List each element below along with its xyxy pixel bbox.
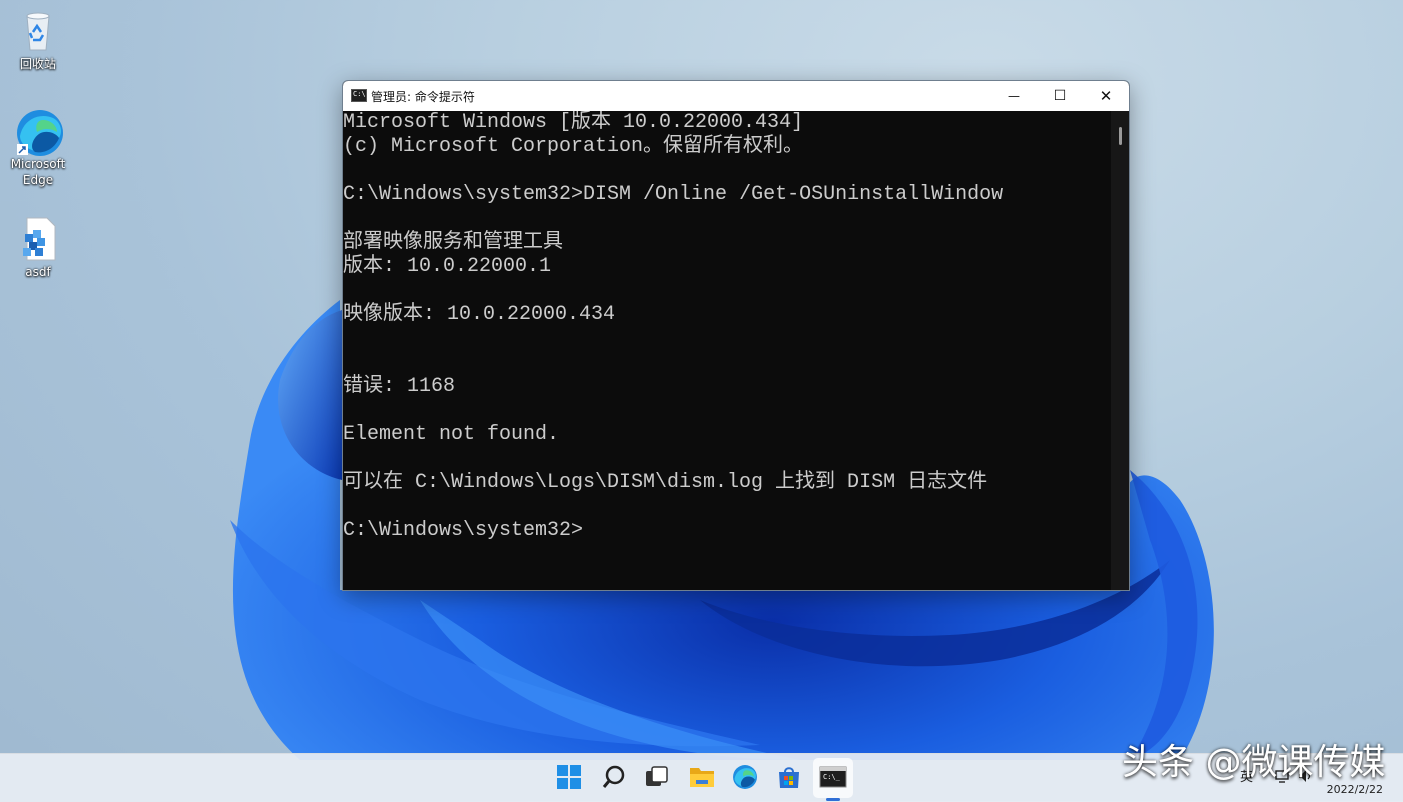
close-icon: ✕ <box>1099 87 1113 105</box>
search-button[interactable] <box>601 764 629 792</box>
console-line: 映像版本: 10.0.22000.434 <box>343 303 616 326</box>
minimize-icon: — <box>1008 89 1020 103</box>
console-line: 版本: 10.0.22000.1 <box>343 255 552 278</box>
file-explorer-button[interactable] <box>688 764 716 792</box>
console-line: 部署映像服务和管理工具 <box>343 231 563 254</box>
file-explorer-icon <box>690 768 714 787</box>
console-line: 错误: 1168 <box>343 375 456 398</box>
minimize-button[interactable]: — <box>991 81 1037 111</box>
edge-taskbar-button[interactable] <box>732 764 760 792</box>
asdf-label: asdf <box>25 265 51 279</box>
terminal-icon: C:\_ <box>819 766 847 788</box>
task-view-icon <box>646 766 668 786</box>
asdf-file[interactable]: asdf <box>6 216 70 280</box>
title-bar[interactable]: C:\ 管理员: 命令提示符 — ☐ ✕ <box>343 81 1129 111</box>
registry-file-icon <box>15 216 61 262</box>
start-button[interactable] <box>556 764 584 792</box>
watermark-text: 头条 @微课传媒 <box>1122 742 1386 783</box>
scrollbar-thumb[interactable] <box>1119 127 1122 145</box>
edge-shortcut[interactable]: Microsoft Edge <box>6 108 70 188</box>
console-line: 可以在 C:\Windows\Logs\DISM\dism.log 上找到 DI… <box>343 471 988 494</box>
console-line: Microsoft Windows [版本 10.0.22000.434] <box>343 111 804 134</box>
vertical-scrollbar[interactable] <box>1111 111 1129 590</box>
maximize-button[interactable]: ☐ <box>1037 81 1083 111</box>
close-button[interactable]: ✕ <box>1083 81 1129 111</box>
recycle-bin-label: 回收站 <box>19 57 56 71</box>
console-line: (c) Microsoft Corporation。保留所有权利。 <box>343 135 804 158</box>
store-icon <box>779 767 799 788</box>
svg-text:C:\_: C:\_ <box>823 773 841 781</box>
console-line: C:\Windows\system32>DISM /Online /Get-OS… <box>343 183 1004 206</box>
cmd-taskbar-button[interactable]: C:\_ <box>819 764 847 792</box>
edge-shortcut-label: Microsoft Edge <box>10 157 66 187</box>
command-prompt-window[interactable]: C:\ 管理员: 命令提示符 — ☐ ✕ Microsoft Windows [… <box>342 80 1130 591</box>
window-title: 管理员: 命令提示符 <box>371 90 475 104</box>
console-prompt-line[interactable]: C:\Windows\system32> <box>343 519 1111 543</box>
windows-start-icon <box>557 765 581 789</box>
console-line: Element not found. <box>343 423 560 446</box>
cmd-app-icon: C:\ <box>351 89 367 102</box>
task-view-button[interactable] <box>643 764 671 792</box>
store-button[interactable] <box>776 764 804 792</box>
maximize-icon: ☐ <box>1053 88 1067 104</box>
console-output[interactable]: Microsoft Windows [版本 10.0.22000.434] (c… <box>343 111 1111 590</box>
search-icon <box>602 765 625 788</box>
edge-icon <box>15 108 63 156</box>
recycle-bin-icon <box>15 8 61 54</box>
edge-icon <box>733 765 757 789</box>
recycle-bin-shortcut[interactable]: 回收站 <box>6 8 70 72</box>
